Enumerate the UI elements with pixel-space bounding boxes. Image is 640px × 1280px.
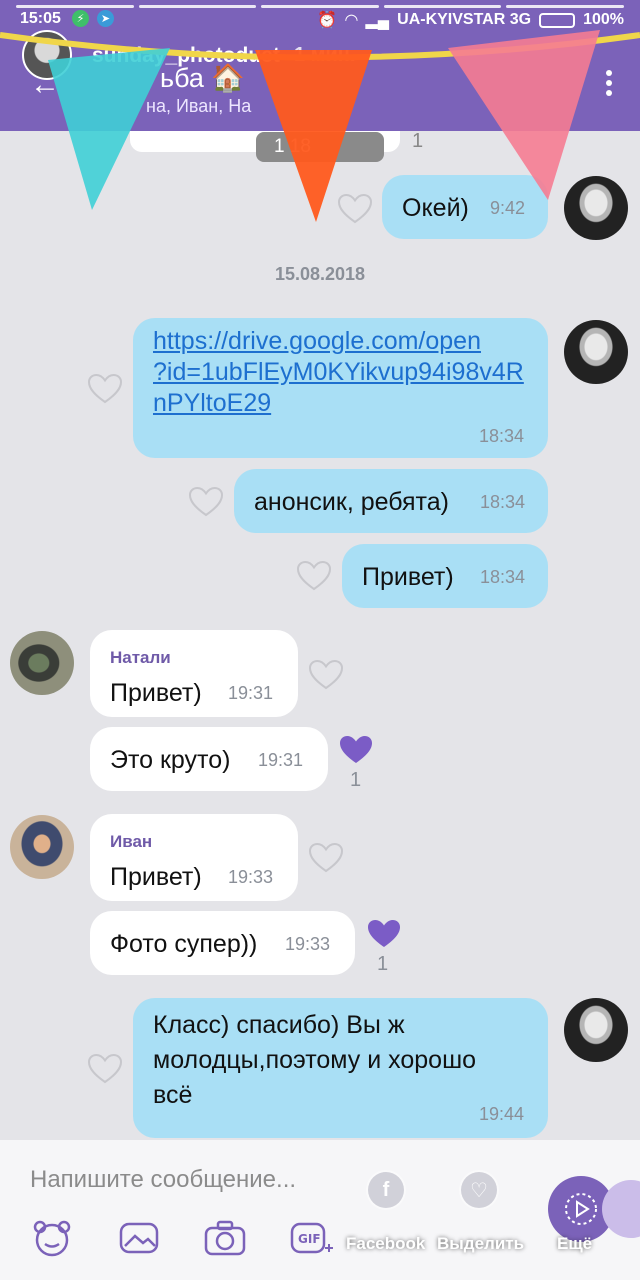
date-separator: 15.08.2018 <box>274 264 366 284</box>
message-time: 18:34 <box>480 567 526 587</box>
camera-icon[interactable] <box>203 1218 247 1258</box>
avatar-ivan[interactable] <box>10 815 74 879</box>
status-time: 15:05 <box>20 10 61 27</box>
liked-heart-icon[interactable] <box>366 918 402 950</box>
message-line: всё <box>153 1081 193 1109</box>
message-bubble-incoming[interactable]: Натали Привет) 19:31 <box>90 630 298 717</box>
message-time: 18:34 <box>480 492 526 512</box>
message-bubble-outgoing[interactable]: анонсик, ребята) 18:34 <box>234 469 548 533</box>
status-right: ⏰ ◠ ▂▄ UA-KYIVSTAR 3G 100% <box>317 10 624 30</box>
message-time: 19:31 <box>228 683 274 703</box>
gallery-icon[interactable] <box>117 1218 161 1258</box>
signal-icon: ▂▄ <box>365 12 390 29</box>
more-label[interactable]: Ещё <box>557 1234 592 1254</box>
highlight-heart-icon[interactable]: ♡ <box>459 1170 499 1210</box>
carrier-label: UA-KYIVSTAR 3G <box>397 11 532 28</box>
message-input[interactable] <box>30 1160 330 1200</box>
chat-header: 15:05 ⚡ ➤ ⏰ ◠ ▂▄ UA-KYIVSTAR 3G 100% sun… <box>0 0 640 131</box>
like-count: 1 <box>350 769 362 791</box>
more-actions-button[interactable] <box>548 1176 640 1242</box>
chat-title[interactable]: ьба 🏠 <box>160 62 245 94</box>
message-text: Это круто) <box>110 746 231 774</box>
message-bubble-outgoing[interactable]: Окей) 9:42 <box>382 175 548 239</box>
message-bubble-incoming[interactable]: Фото супер)) 19:33 <box>90 911 355 975</box>
like-heart-icon[interactable] <box>296 560 332 592</box>
like-heart-icon[interactable] <box>337 193 373 225</box>
message-text: Привет) <box>362 563 454 591</box>
battery-icon <box>539 12 576 28</box>
message-time: 19:44 <box>479 1104 525 1124</box>
message-link[interactable]: https://drive.google.com/open ?id=1ubFlE… <box>153 326 524 419</box>
message-text: Класс) спасибо) Вы ж молодцы,поэтому и х… <box>153 1008 476 1113</box>
message-text: Окей) <box>402 194 469 222</box>
more-icon <box>565 1193 597 1225</box>
link-line: nPYltoE29 <box>153 389 272 417</box>
message-time: 18:34 <box>479 426 525 446</box>
avatar-me[interactable] <box>564 176 628 240</box>
message-bubble-incoming[interactable]: Иван Привет) 19:33 <box>90 814 298 901</box>
status-notification-icons: ⚡ ➤ <box>72 10 114 27</box>
battery-percent: 100% <box>583 11 624 28</box>
like-count: 1 <box>377 953 389 975</box>
liked-heart-icon[interactable] <box>338 734 374 766</box>
message-text: Привет) <box>110 679 202 707</box>
message-time: 19:33 <box>228 867 274 887</box>
story-time-ago: 1 мин. <box>294 44 356 66</box>
message-bubble-outgoing-link[interactable]: https://drive.google.com/open ?id=1ubFlE… <box>133 318 548 458</box>
message-time: 19:31 <box>258 750 304 770</box>
sender-name[interactable]: Натали <box>110 648 171 668</box>
telegram-icon: ➤ <box>97 10 114 27</box>
like-heart-icon[interactable] <box>308 659 344 691</box>
previous-message-badge: 1 18 <box>256 132 384 162</box>
link-line: ?id=1ubFlEyM0KYikvup94i98v4R <box>153 358 524 386</box>
alarm-icon: ⏰ <box>317 12 338 29</box>
wifi-icon: ◠ <box>345 12 358 29</box>
message-text: Фото супер)) <box>110 930 258 958</box>
link-line: https://drive.google.com/open <box>153 327 481 355</box>
battery-saver-icon: ⚡ <box>72 10 89 27</box>
message-list[interactable]: 1 18 1 Окей) 9:42 15.08.2018 https://dri… <box>0 0 640 1140</box>
facebook-share-label[interactable]: Facebook <box>346 1234 425 1254</box>
like-heart-icon[interactable] <box>87 373 123 405</box>
gif-icon[interactable]: GIF <box>289 1218 333 1258</box>
facebook-icon[interactable]: f <box>366 1170 406 1210</box>
message-time: 9:42 <box>490 198 526 218</box>
previous-like-count: 1 <box>412 130 424 152</box>
message-bubble-incoming[interactable]: Это круто) 19:31 <box>90 727 328 791</box>
composer-bar: GIF <box>0 1140 640 1280</box>
back-arrow-icon[interactable]: ← <box>30 70 60 100</box>
message-text: анонсик, ребята) <box>254 488 449 516</box>
message-time: 19:33 <box>285 934 331 954</box>
like-heart-icon[interactable] <box>87 1053 123 1085</box>
message-line: Класс) спасибо) Вы ж <box>153 1011 405 1039</box>
highlight-label[interactable]: Выделить <box>437 1234 524 1254</box>
more-menu-icon[interactable] <box>606 70 612 96</box>
message-text: Привет) <box>110 863 202 891</box>
message-bubble-outgoing[interactable]: Привет) 18:34 <box>342 544 548 608</box>
story-progress-bar <box>16 5 624 8</box>
like-heart-icon[interactable] <box>308 842 344 874</box>
svg-text:GIF: GIF <box>298 1232 321 1246</box>
avatar-me[interactable] <box>564 320 628 384</box>
chat-participants[interactable]: на, Иван, На <box>146 96 251 117</box>
avatar-natali[interactable] <box>10 631 74 695</box>
avatar-me[interactable] <box>564 998 628 1062</box>
sender-name[interactable]: Иван <box>110 832 152 852</box>
message-bubble-outgoing[interactable]: Класс) спасибо) Вы ж молодцы,поэтому и х… <box>133 998 548 1138</box>
message-line: молодцы,поэтому и хорошо <box>153 1046 477 1074</box>
like-heart-icon[interactable] <box>188 486 224 518</box>
sticker-icon[interactable] <box>30 1218 74 1258</box>
